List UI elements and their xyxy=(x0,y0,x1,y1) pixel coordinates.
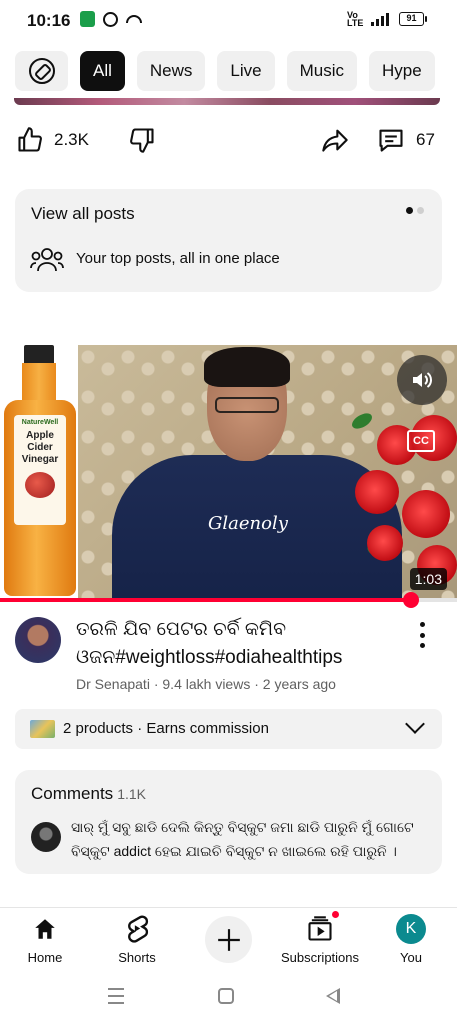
nav-shorts[interactable]: Shorts xyxy=(92,914,182,965)
filter-chips: All News Live Music Hype xyxy=(15,51,435,91)
chip-news[interactable]: News xyxy=(136,51,206,91)
battery-level: 91 xyxy=(399,12,424,26)
share-icon xyxy=(322,129,348,152)
nav-home[interactable]: Home xyxy=(0,914,90,965)
product-brand: NatureWell xyxy=(21,419,59,426)
more-options-button[interactable] xyxy=(414,622,430,648)
like-count: 2.3K xyxy=(54,130,89,149)
signal-icon xyxy=(371,12,389,26)
action-row: 2.3K 67 xyxy=(0,126,457,166)
video-meta: Dr Senapati · 9.4 lakh views · 2 years a… xyxy=(76,676,336,692)
shield-icon xyxy=(80,11,95,27)
status-time: 10:16 xyxy=(27,11,71,30)
shorts-icon xyxy=(128,915,149,943)
chip-live[interactable]: Live xyxy=(217,51,275,91)
home-icon xyxy=(35,919,55,939)
posts-card-subtitle: Your top posts, all in one place xyxy=(76,250,280,267)
roses-decoration xyxy=(347,395,457,595)
plus-icon xyxy=(217,928,240,951)
create-button[interactable] xyxy=(205,916,252,963)
system-icons: Vo LTE 91 xyxy=(347,10,427,28)
product-thumb-icon xyxy=(30,720,55,738)
nav-you[interactable]: K You xyxy=(366,914,456,965)
system-home-icon[interactable] xyxy=(218,988,234,1004)
product-name: Apple Cider Vinegar xyxy=(21,430,59,465)
whatsapp-icon xyxy=(103,11,118,27)
bottom-nav: Home Shorts Subscriptions K You xyxy=(0,907,457,967)
comments-button[interactable]: 67 xyxy=(376,126,435,154)
commission-label: Earns commission xyxy=(146,720,269,737)
comment-count: 67 xyxy=(416,130,435,149)
view-all-posts-card[interactable]: View all posts Your top posts, all in on… xyxy=(15,189,442,292)
speaker-icon xyxy=(413,372,433,388)
upload-age: 2 years ago xyxy=(262,676,336,692)
dislike-button[interactable] xyxy=(128,126,156,154)
commenter-avatar xyxy=(31,822,61,852)
comments-card[interactable]: Comments 1.1K ସାର୍ ମୁଁ ସବୁ ଛାଡି ଦେଲି କିନ୍… xyxy=(15,770,442,874)
captions-button[interactable]: CC xyxy=(407,430,435,452)
product-thumbnail: NatureWell Apple Cider Vinegar xyxy=(0,345,78,601)
back-icon[interactable] xyxy=(326,988,340,1004)
video-player[interactable]: Glaenoly NatureWell Apple Cider Vinegar … xyxy=(0,345,457,601)
recents-icon[interactable] xyxy=(108,988,124,1009)
like-button[interactable]: 2.3K xyxy=(16,126,89,154)
apple-image xyxy=(25,472,55,498)
channel-avatar[interactable] xyxy=(15,617,61,663)
progress-scrubber[interactable] xyxy=(403,592,420,608)
chip-all[interactable]: All xyxy=(80,51,125,91)
top-comment-text: ସାର୍ ମୁଁ ସବୁ ଛାଡି ଦେଲି କିନ୍ତୁ ବିସ୍କୁଟ ଜମ… xyxy=(71,819,414,859)
subscriptions-icon xyxy=(308,916,332,941)
channel-name[interactable]: Dr Senapati xyxy=(76,676,150,692)
explore-button[interactable] xyxy=(15,51,68,91)
comment-icon xyxy=(379,129,403,152)
share-button[interactable] xyxy=(320,126,350,154)
progress-fill xyxy=(0,598,412,602)
user-avatar: K xyxy=(396,914,426,944)
status-bar: 10:16 Vo LTE 91 xyxy=(0,0,457,40)
chip-hype[interactable]: Hype xyxy=(369,51,435,91)
missed-call-icon xyxy=(126,15,142,23)
thumbs-down-icon xyxy=(130,128,154,153)
compass-icon xyxy=(28,58,55,84)
people-icon xyxy=(30,248,64,272)
volte-icon: Vo LTE xyxy=(347,10,364,28)
nav-subscriptions[interactable]: Subscriptions xyxy=(275,909,365,965)
previous-video-thumbnail[interactable] xyxy=(14,98,440,105)
chevron-down-icon[interactable] xyxy=(405,714,425,734)
notification-dot xyxy=(330,909,341,920)
volume-button[interactable] xyxy=(397,355,447,405)
progress-bar[interactable] xyxy=(0,598,457,602)
video-duration: 1:03 xyxy=(409,568,447,590)
system-navigation xyxy=(0,980,457,1020)
posts-card-title: View all posts xyxy=(31,204,135,223)
video-title[interactable]: ତରଳି ଯିବ ପେଟର ଚର୍ବି କମିବ ଓଜନ#weightloss#… xyxy=(76,616,396,672)
notification-icons xyxy=(80,11,142,27)
comments-count: 1.1K xyxy=(117,786,146,802)
products-bar[interactable]: 2 products · Earns commission xyxy=(15,709,442,749)
chip-music[interactable]: Music xyxy=(286,51,358,91)
thumbs-up-icon xyxy=(18,127,42,152)
view-count: 9.4 lakh views xyxy=(162,676,251,692)
more-vert-icon xyxy=(419,622,425,627)
products-count: 2 products xyxy=(63,720,134,737)
shirt-text: Glaenoly xyxy=(208,513,288,534)
pager-dots xyxy=(406,207,424,214)
comments-heading: Comments 1.1K xyxy=(31,784,146,803)
battery-icon: 91 xyxy=(399,12,427,26)
products-text: 2 products · Earns commission xyxy=(63,720,269,737)
